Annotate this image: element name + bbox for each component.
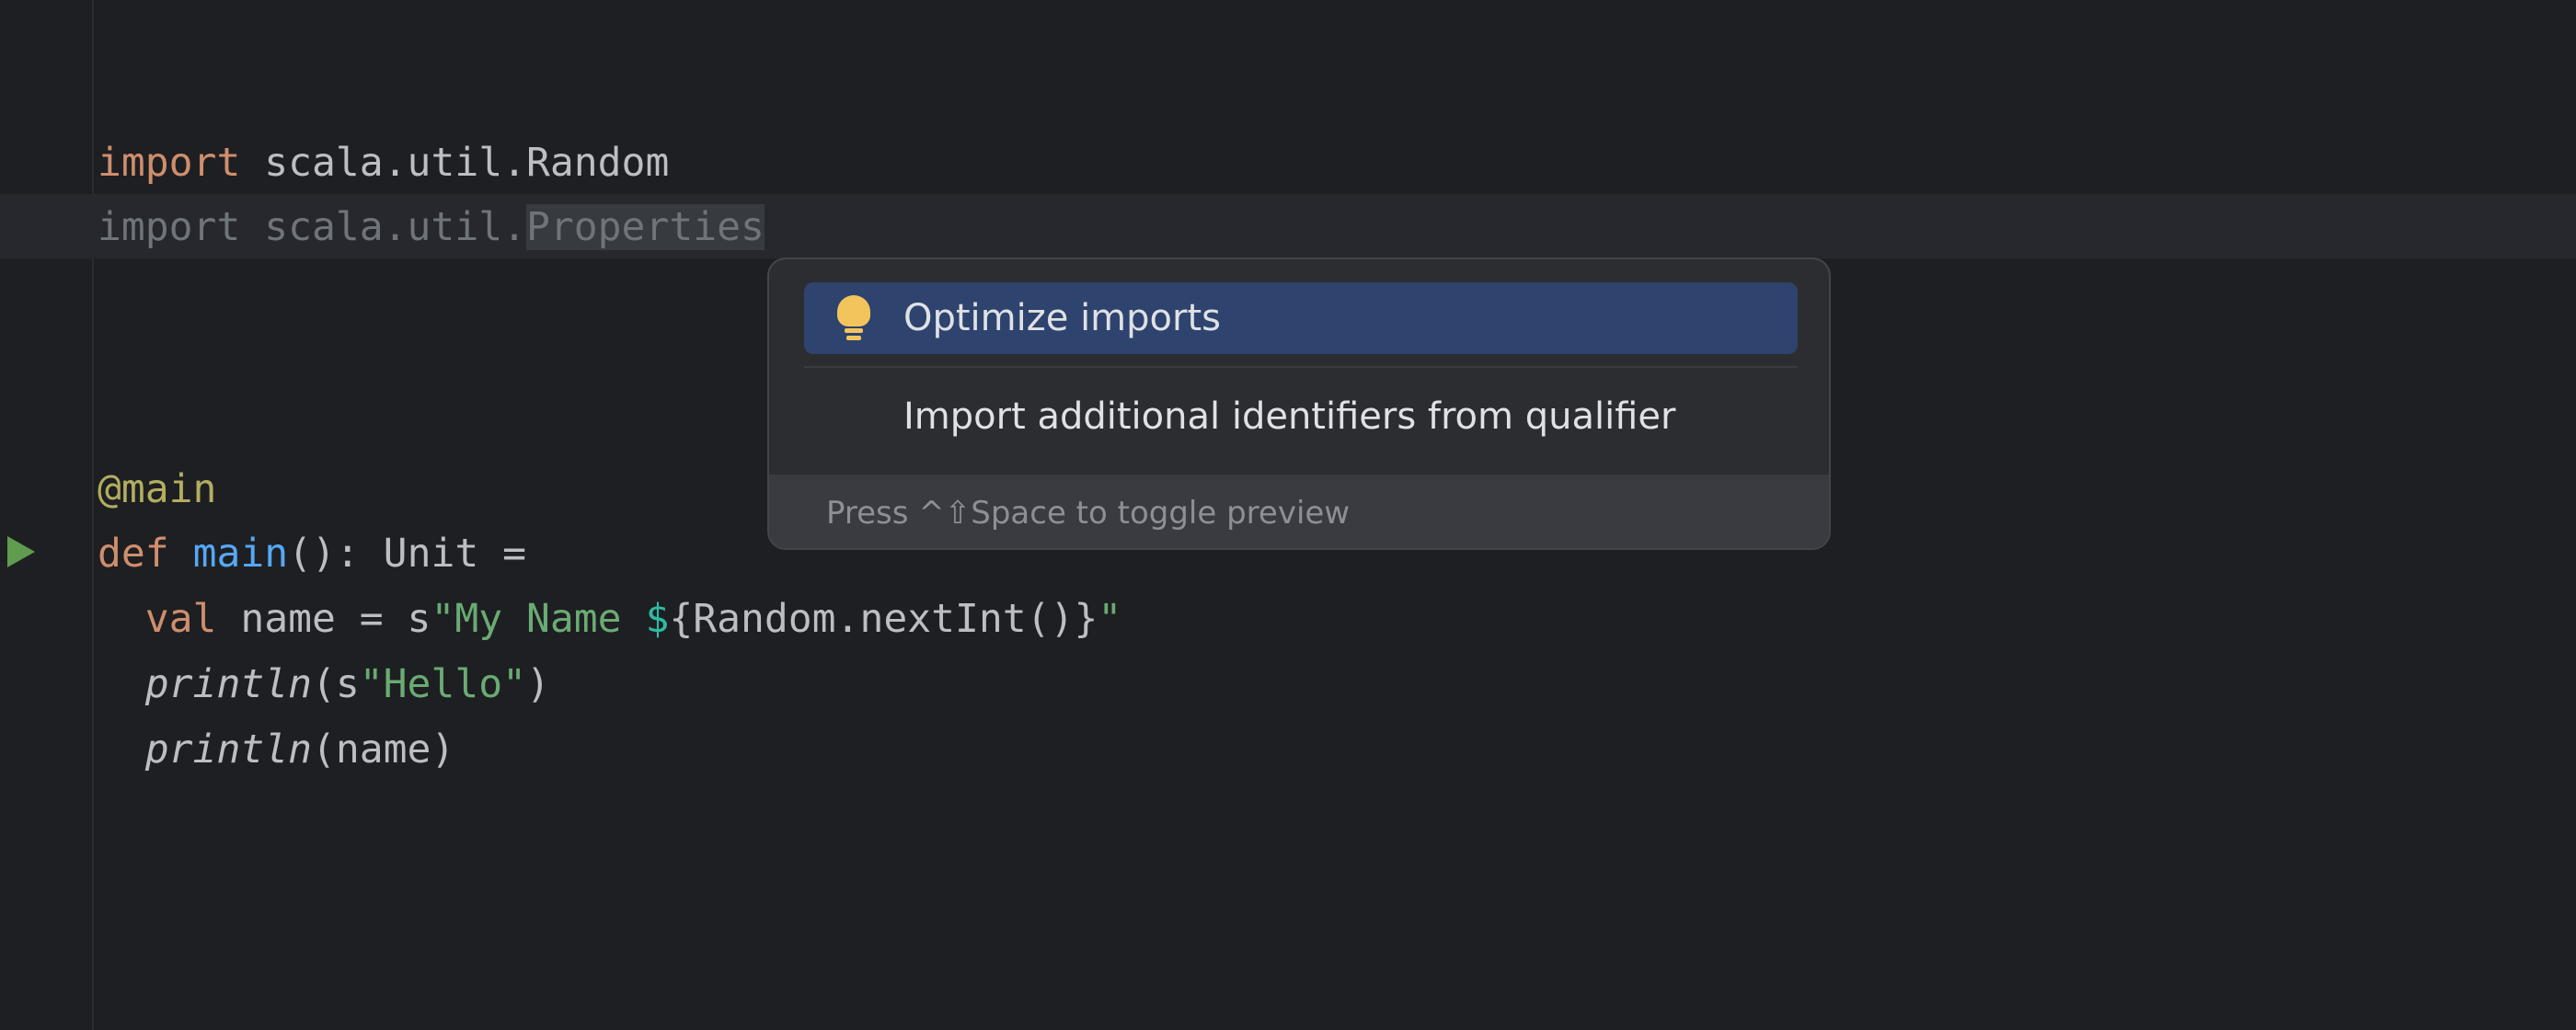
code-token: println — [144, 727, 312, 772]
code-token: def — [98, 531, 169, 577]
code-line-1[interactable]: import scala.util.Random — [98, 131, 669, 196]
code-token: Properties — [526, 204, 765, 250]
code-token: (s — [312, 661, 360, 707]
code-token: import — [98, 140, 241, 186]
optimize-imports-label: Optimize imports — [903, 297, 1221, 339]
toggle-preview-hint: Press ^⇧Space to toggle preview — [826, 495, 1351, 532]
gutter-divider — [92, 0, 94, 1030]
code-token: println — [144, 661, 312, 707]
code-token: scala.util.Random — [240, 140, 670, 186]
run-triangle-icon[interactable] — [7, 536, 35, 567]
code-token: main — [192, 531, 289, 577]
code-line-def-main[interactable]: def main(): Unit = — [98, 521, 526, 587]
lightbulb-icon — [837, 295, 870, 343]
code-line-println-hello[interactable]: println(s"Hello") — [98, 652, 550, 717]
import-additional-identifiers-label: Import additional identifiers from quali… — [903, 395, 1676, 438]
optimize-imports-action[interactable]: Optimize imports — [804, 282, 1798, 354]
code-token: ) — [526, 661, 550, 707]
code-token: $ — [645, 596, 670, 642]
import-additional-identifiers-action[interactable]: Import additional identifiers from quali… — [804, 381, 1798, 452]
code-token: "Hello" — [359, 661, 526, 707]
code-token: {Random.nextInt()} — [669, 596, 1098, 642]
code-token: name = s — [216, 596, 431, 642]
code-line-annotation[interactable]: @main — [98, 457, 216, 522]
editor-gutter — [0, 0, 92, 1030]
code-token: (): Unit = — [288, 531, 527, 577]
code-token: import scala.util. — [98, 204, 526, 250]
code-token: val — [144, 596, 217, 642]
code-token: " — [1098, 596, 1122, 642]
code-line-val-name[interactable]: val name = s"My Name ${Random.nextInt()}… — [98, 587, 1121, 652]
code-token: (name) — [312, 727, 455, 772]
intention-actions-popup: Optimize imports Import additional ident… — [767, 258, 1831, 550]
code-line-2[interactable]: import scala.util.Properties — [98, 195, 765, 260]
popup-separator — [804, 366, 1798, 368]
code-token: "My Name — [431, 596, 646, 642]
popup-footer: Press ^⇧Space to toggle preview — [769, 475, 1829, 548]
code-line-println-name[interactable]: println(name) — [98, 717, 455, 783]
code-editor[interactable]: import scala.util.Random import scala.ut… — [98, 0, 1121, 772]
code-token: @main — [98, 466, 217, 512]
